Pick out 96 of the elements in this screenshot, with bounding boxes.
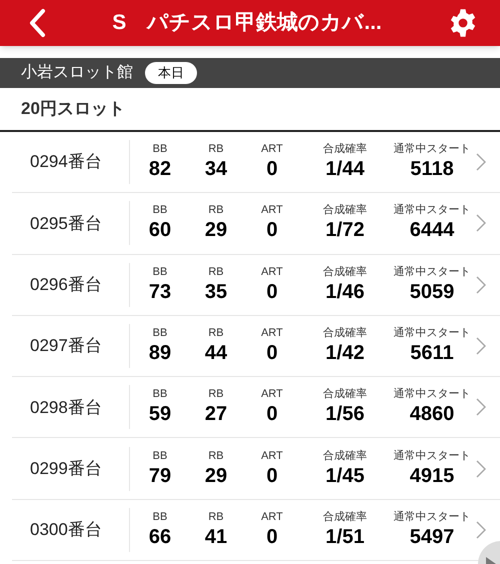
stat-value: 4915 — [410, 464, 454, 489]
machine-row[interactable]: 0299番台 BB 79 RB 29 ART 0 合成確率 1/45 通常中スタート 4915 — [12, 438, 500, 500]
chevron-icon — [476, 153, 486, 172]
machine-number: 0294番台 — [30, 151, 102, 174]
stat-value: 0 — [266, 218, 278, 244]
stat-value: 1/72 — [326, 218, 364, 244]
stat-label: ART — [261, 142, 283, 156]
machine-number: 0297番台 — [30, 335, 102, 358]
stat-value: 4860 — [410, 402, 454, 428]
stat-label: RB — [208, 326, 224, 340]
stat-label: RB — [208, 448, 224, 463]
stat-value: 0 — [266, 402, 278, 428]
chevron-icon — [476, 398, 486, 416]
stat-label: 合成確率 — [323, 203, 367, 218]
stat-label: ART — [261, 264, 283, 279]
stat-value: 5118 — [410, 157, 454, 182]
stat-value: 89 — [148, 341, 172, 366]
machine-number: 0296番台 — [30, 274, 102, 296]
stat-label: ART — [261, 448, 283, 463]
stat-value: 1/45 — [326, 464, 364, 489]
store-name: 小岩スロット館 — [21, 62, 133, 83]
stat-label: 合成確率 — [323, 448, 367, 463]
machine-row[interactable]: 0298番台 BB 59 RB 27 ART 0 合成確率 1/56 通常中スタート 4860 — [12, 377, 500, 438]
stat-value: 60 — [148, 218, 172, 244]
stat-label: 通常中スタート — [394, 387, 470, 402]
stat-value: 41 — [204, 524, 228, 550]
machine-number: 0298番台 — [30, 396, 102, 419]
day-chip[interactable]: 本日 — [145, 62, 197, 84]
stat-value: 29 — [204, 218, 228, 244]
stat-value: 1/42 — [326, 341, 364, 366]
stat-value: 35 — [204, 280, 228, 305]
stat-label: 合成確率 — [323, 326, 367, 340]
stat-value: 79 — [148, 464, 172, 489]
machine-row[interactable]: 0296番台 BB 73 RB 35 ART 0 合成確率 1/46 通常中スタート 5059 — [12, 254, 500, 316]
back-icon[interactable] — [28, 8, 46, 38]
stat-label: 通常中スタート — [394, 142, 470, 156]
stat-label: 通常中スタート — [394, 448, 470, 463]
stat-label: ART — [261, 510, 283, 524]
stat-value: 1/44 — [326, 157, 364, 182]
chevron-icon — [476, 276, 486, 294]
stat-label: 通常中スタート — [394, 203, 470, 218]
stat-value: 82 — [148, 157, 172, 182]
stat-label: 合成確率 — [323, 142, 367, 156]
stat-label: RB — [208, 264, 224, 279]
stat-label: 通常中スタート — [394, 510, 470, 524]
stat-value: 0 — [266, 524, 278, 550]
chevron-icon — [476, 460, 486, 478]
stat-value: 27 — [204, 402, 228, 428]
stat-label: BB — [152, 326, 168, 340]
machine-row[interactable]: 0294番台 BB 82 RB 34 ART 0 合成確率 1/44 通常中スタート 5118 — [12, 132, 500, 194]
stat-label: BB — [152, 387, 168, 402]
stat-label: BB — [152, 448, 168, 463]
stat-value: 0 — [266, 280, 278, 305]
chevron-icon — [476, 337, 486, 356]
stat-label: ART — [261, 326, 283, 340]
stat-value: 1/46 — [326, 280, 364, 305]
machine-number: 0299番台 — [30, 458, 102, 480]
stat-label: 合成確率 — [323, 510, 367, 524]
page-title: S パチスロ甲鉄城のカバ... — [112, 10, 382, 36]
stat-value: 1/51 — [326, 524, 364, 550]
stat-value: 34 — [204, 157, 228, 182]
stat-label: 通常中スタート — [394, 326, 470, 340]
stat-value: 6444 — [410, 218, 454, 244]
stat-label: 合成確率 — [323, 387, 367, 402]
stat-value: 1/56 — [326, 402, 364, 428]
stat-label: ART — [261, 387, 283, 402]
stat-label: BB — [152, 142, 168, 156]
stat-value: 5497 — [410, 524, 454, 550]
stat-label: BB — [152, 264, 168, 279]
stat-value: 0 — [266, 157, 278, 182]
stat-label: ART — [261, 203, 283, 218]
stat-label: RB — [208, 387, 224, 402]
machine-row[interactable]: 0295番台 BB 60 RB 29 ART 0 合成確率 1/72 通常中スタート 6444 — [12, 193, 500, 255]
settings-icon[interactable] — [448, 8, 478, 38]
stat-value: 5059 — [410, 280, 454, 305]
chevron-icon — [476, 520, 486, 539]
stat-label: RB — [208, 203, 224, 218]
stat-label: 合成確率 — [323, 264, 367, 279]
stat-label: RB — [208, 142, 224, 156]
stat-value: 29 — [204, 464, 228, 489]
stat-value: 59 — [148, 402, 172, 428]
stat-value: 5611 — [410, 341, 454, 366]
chevron-icon — [476, 214, 486, 232]
stat-value: 44 — [204, 341, 228, 366]
stat-label: RB — [208, 510, 224, 524]
stat-label: BB — [152, 510, 168, 524]
stat-label: 通常中スタート — [394, 264, 470, 279]
stat-value: 0 — [266, 464, 278, 489]
section-title: 20円スロット — [21, 98, 125, 120]
stat-value: 66 — [148, 524, 172, 550]
stat-value: 0 — [266, 341, 278, 366]
machine-number: 0295番台 — [30, 212, 102, 235]
machine-row[interactable]: 0297番台 BB 89 RB 44 ART 0 合成確率 1/42 通常中スタート 5611 — [12, 316, 500, 378]
stat-value: 73 — [148, 280, 172, 305]
stat-label: BB — [152, 203, 168, 218]
machine-number: 0300番台 — [30, 519, 102, 542]
